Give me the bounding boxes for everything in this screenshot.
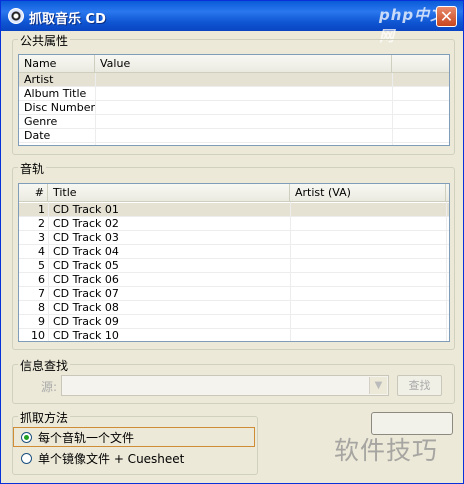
one-file-per-track-label: 每个音轨一个文件 bbox=[38, 431, 135, 445]
table-row[interactable]: 6 CD Track 06 bbox=[19, 273, 449, 287]
tracks-table[interactable]: # Title Artist (VA) 1 CD Track 01 2 CD Tra… bbox=[18, 183, 450, 342]
info-lookup-title: 信息查找 bbox=[18, 357, 71, 374]
single-image-cuesheet-label: 单个镜像文件 + Cuesheet bbox=[38, 452, 185, 466]
close-button[interactable]: ✕ bbox=[436, 6, 457, 27]
column-header-name[interactable]: Name bbox=[19, 55, 95, 73]
column-header-value[interactable]: Value bbox=[95, 55, 392, 73]
table-row[interactable]: 10 CD Track 10 bbox=[19, 329, 449, 342]
track-number: 4 bbox=[38, 245, 45, 258]
source-select[interactable]: ▼ bbox=[61, 375, 389, 396]
chevron-down-icon[interactable]: ▼ bbox=[369, 377, 387, 394]
track-title[interactable]: CD Track 01 bbox=[48, 203, 290, 217]
column-divider bbox=[48, 202, 49, 341]
title-bar[interactable]: 抓取音乐 CD php中文网 ✕ bbox=[1, 1, 463, 45]
tracks-title: 音轨 bbox=[18, 160, 47, 177]
table-row[interactable]: 4 CD Track 04 bbox=[19, 245, 449, 259]
table-row[interactable]: 1 CD Track 01 bbox=[19, 203, 449, 217]
track-number: 2 bbox=[38, 217, 45, 230]
table-row[interactable]: 7 CD Track 07 bbox=[19, 287, 449, 301]
source-label: 源: bbox=[41, 380, 58, 394]
track-title[interactable]: CD Track 06 bbox=[48, 273, 290, 287]
radio-unselected-icon[interactable] bbox=[21, 453, 32, 464]
property-name: Disc Number bbox=[24, 101, 95, 114]
track-artist[interactable] bbox=[290, 203, 446, 217]
track-artist[interactable] bbox=[290, 259, 446, 273]
column-divider bbox=[95, 73, 96, 145]
column-divider bbox=[290, 202, 291, 341]
track-number: 1 bbox=[38, 203, 45, 216]
property-value[interactable] bbox=[95, 73, 392, 87]
track-number: 7 bbox=[38, 287, 45, 300]
column-divider bbox=[392, 73, 393, 145]
track-artist[interactable] bbox=[290, 329, 446, 341]
track-number: 5 bbox=[38, 259, 45, 272]
property-name: Genre bbox=[24, 115, 58, 128]
table-row[interactable]: 3 CD Track 03 bbox=[19, 231, 449, 245]
one-file-per-track-option[interactable]: 每个音轨一个文件 bbox=[21, 429, 246, 447]
track-artist[interactable] bbox=[290, 231, 446, 245]
common-properties-table[interactable]: Name Value Artist Album Title Disc Numbe… bbox=[18, 54, 450, 146]
table-row[interactable]: Genre bbox=[19, 115, 449, 129]
track-artist[interactable] bbox=[290, 301, 446, 315]
column-header-artist[interactable]: Artist (VA) bbox=[290, 184, 446, 202]
table-row[interactable]: Date bbox=[19, 129, 449, 143]
single-image-cuesheet-option[interactable]: 单个镜像文件 + Cuesheet bbox=[21, 450, 246, 468]
table-row[interactable]: 5 CD Track 05 bbox=[19, 259, 449, 273]
property-name: Album Title bbox=[24, 87, 87, 100]
property-value[interactable] bbox=[95, 129, 392, 143]
track-title[interactable]: CD Track 03 bbox=[48, 231, 290, 245]
track-number: 6 bbox=[38, 273, 45, 286]
track-number: 3 bbox=[38, 231, 45, 244]
track-title[interactable]: CD Track 05 bbox=[48, 259, 290, 273]
table-row[interactable]: 8 CD Track 08 bbox=[19, 301, 449, 315]
track-title[interactable]: CD Track 08 bbox=[48, 301, 290, 315]
property-value[interactable] bbox=[95, 87, 392, 101]
software-tips-watermark: 软件技巧 bbox=[334, 436, 439, 465]
property-value[interactable] bbox=[95, 101, 392, 115]
property-name: Artist bbox=[24, 73, 54, 86]
rip-cd-dialog: 抓取音乐 CD php中文网 ✕ 公共属性 Name Value Artist … bbox=[0, 0, 464, 484]
rip-method-title: 抓取方法 bbox=[18, 409, 71, 426]
table-row[interactable]: 9 CD Track 09 bbox=[19, 315, 449, 329]
column-header-title[interactable]: Title bbox=[48, 184, 290, 202]
common-properties-title: 公共属性 bbox=[18, 32, 71, 49]
radio-selected-icon[interactable] bbox=[21, 432, 32, 443]
property-name: Date bbox=[24, 129, 51, 142]
track-artist[interactable] bbox=[290, 245, 446, 259]
track-artist[interactable] bbox=[290, 217, 446, 231]
track-title[interactable]: CD Track 09 bbox=[48, 315, 290, 329]
track-title[interactable]: CD Track 04 bbox=[48, 245, 290, 259]
tracks-group: 音轨 # Title Artist (VA) 1 CD Track 01 2 CD … bbox=[12, 160, 455, 350]
table-row[interactable]: Album Title bbox=[19, 87, 449, 101]
track-title[interactable]: CD Track 02 bbox=[48, 217, 290, 231]
table-row[interactable]: Disc Number bbox=[19, 101, 449, 115]
track-number: 10 bbox=[31, 329, 45, 342]
window-title: 抓取音乐 CD bbox=[29, 12, 106, 27]
common-properties-header: Name Value bbox=[19, 55, 449, 73]
track-title[interactable]: CD Track 10 bbox=[48, 329, 290, 341]
track-number: 8 bbox=[38, 301, 45, 314]
table-row[interactable]: Artist bbox=[19, 73, 449, 87]
common-properties-group: 公共属性 Name Value Artist Album Title Disc … bbox=[12, 32, 455, 155]
property-value[interactable] bbox=[95, 115, 392, 129]
cd-icon bbox=[8, 8, 24, 24]
search-button[interactable]: 查找 bbox=[397, 375, 442, 396]
track-artist[interactable] bbox=[290, 315, 446, 329]
track-title[interactable]: CD Track 07 bbox=[48, 287, 290, 301]
column-divider bbox=[446, 202, 447, 341]
track-number: 9 bbox=[38, 315, 45, 328]
table-row[interactable]: 2 CD Track 02 bbox=[19, 217, 449, 231]
tracks-header: # Title Artist (VA) bbox=[19, 184, 449, 202]
column-header-number[interactable]: # bbox=[19, 184, 48, 202]
track-artist[interactable] bbox=[290, 273, 446, 287]
track-artist[interactable] bbox=[290, 287, 446, 301]
